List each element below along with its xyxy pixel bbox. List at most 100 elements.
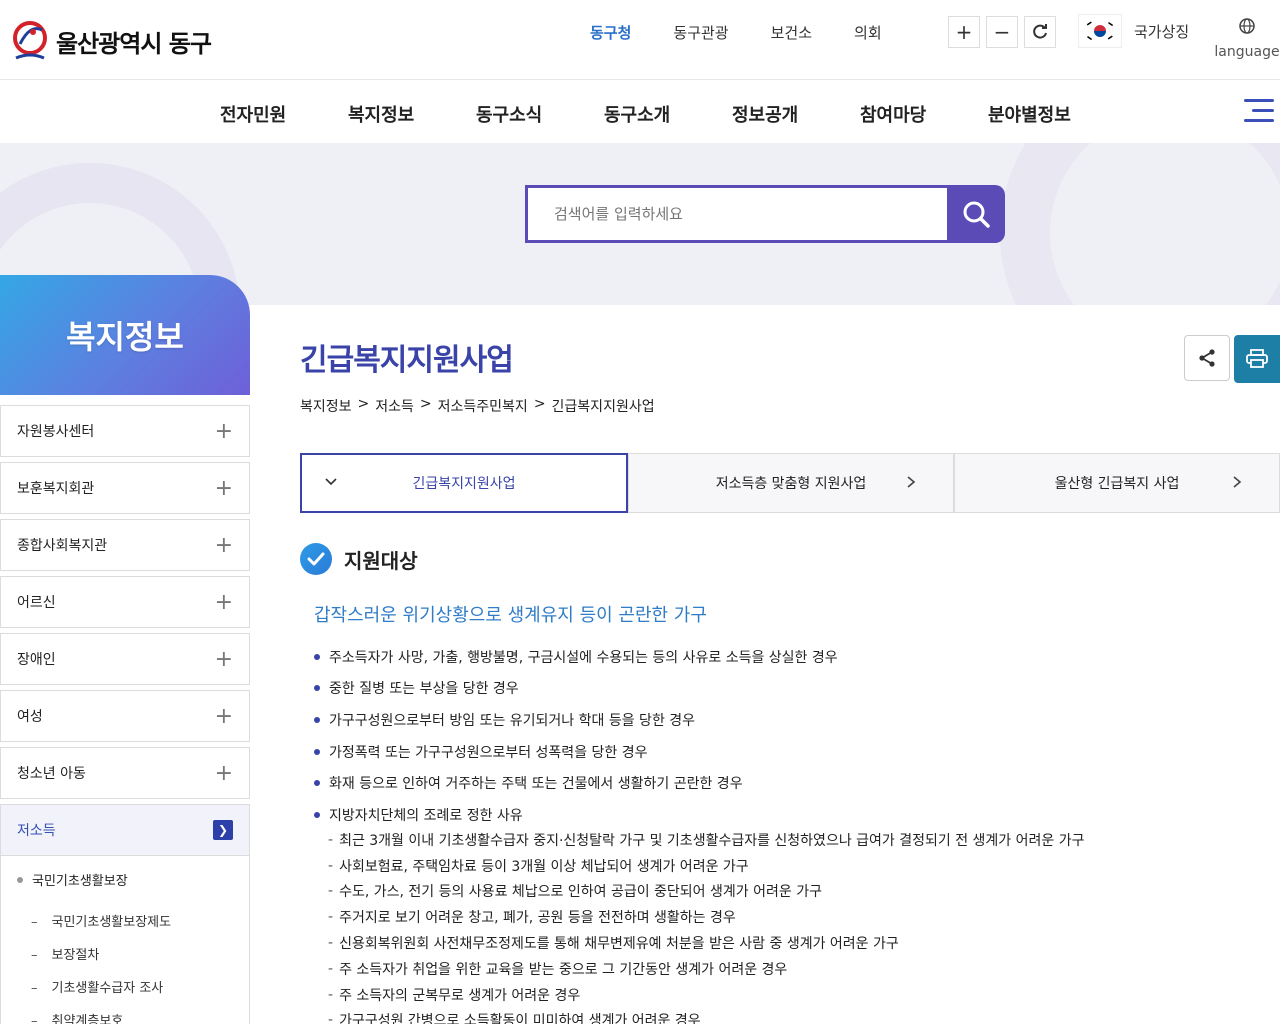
zoom-out-button[interactable]: − (986, 16, 1018, 48)
breadcrumb-item[interactable]: 저소득 (375, 396, 414, 416)
sub-list-item: 사회보험료, 주택임차료 등이 3개월 이상 체납되어 생계가 어려운 가구 (328, 853, 1258, 879)
breadcrumb-separator: > (357, 396, 370, 412)
sidebar-item-women[interactable]: 여성 + (0, 690, 250, 742)
national-symbol-label: 국가상징 (1134, 22, 1190, 41)
nav-item-field-info[interactable]: 분야별정보 (988, 101, 1116, 127)
sidebar-item-disabled[interactable]: 장애인 + (0, 633, 250, 685)
nav-item-info-disclosure[interactable]: 정보공개 (732, 101, 860, 127)
chevron-right-icon (1231, 474, 1243, 493)
korea-flag-icon (1078, 14, 1122, 48)
search-button[interactable] (947, 185, 1005, 243)
national-symbol-link[interactable]: 국가상징 (1078, 14, 1189, 48)
search-input[interactable] (525, 185, 947, 243)
ordinance-criteria-list: 최근 3개월 이내 기초생활수급자 중지·신청탈락 가구 및 기초생활수급자를 … (328, 827, 1258, 1024)
language-label: language (1214, 44, 1280, 60)
tab-low-income-custom[interactable]: 저소득층 맞춤형 지원사업 (628, 453, 954, 513)
plus-icon: + (214, 703, 233, 729)
breadcrumb-separator: > (533, 396, 546, 412)
sub-list-item: 최근 3개월 이내 기초생활수급자 중지·신청탈락 가구 및 기초생활수급자를 … (328, 827, 1258, 853)
sidebar-title-panel: 복지정보 (0, 275, 250, 395)
sidebar-item-label: 자원봉사센터 (17, 424, 95, 440)
sidebar-submenu: 국민기초생활보장 국민기초생활보장제도 보장절차 기초생활수급자 조사 취약계층… (0, 856, 250, 1024)
logo-text: 울산광역시 동구 (56, 29, 212, 58)
sidebar-item-label: 어르신 (17, 595, 56, 611)
section-heading: 지원대상 (300, 543, 418, 575)
nav-item-participation[interactable]: 참여마당 (860, 101, 988, 127)
section-subheading: 갑작스러운 위기상황으로 생계유지 등이 곤란한 가구 (314, 605, 707, 626)
main-navigation: 전자민원 복지정보 동구소식 동구소개 정보공개 참여마당 분야별정보 (0, 81, 1280, 143)
globe-icon (1239, 18, 1255, 34)
submenu-item[interactable]: 취약계층보호 (1, 1010, 249, 1024)
top-link-health[interactable]: 보건소 (771, 22, 812, 43)
list-item: 화재 등으로 인하여 거주하는 주택 또는 건물에서 생활하기 곤란한 경우 (314, 767, 1274, 799)
sidebar-item-youth[interactable]: 청소년 아동 + (0, 747, 250, 799)
zoom-reset-button[interactable] (1024, 16, 1056, 48)
sidebar-item-label: 종합사회복지관 (17, 538, 108, 554)
site-logo[interactable]: 울산광역시 동구 (12, 20, 212, 62)
breadcrumb-separator: > (419, 396, 432, 412)
share-icon (1199, 349, 1215, 367)
hamburger-menu-icon[interactable] (1244, 99, 1274, 125)
top-link-dongu[interactable]: 동구청 (590, 22, 631, 43)
nav-item-e-civil[interactable]: 전자민원 (220, 101, 348, 127)
submenu-item[interactable]: 기초생활수급자 조사 (1, 977, 249, 996)
chevron-right-icon (905, 474, 917, 493)
plus-icon: + (214, 589, 233, 615)
sidebar-title: 복지정보 (66, 318, 184, 356)
share-button[interactable] (1184, 335, 1230, 381)
plus-icon: + (214, 532, 233, 558)
print-button[interactable] (1234, 335, 1280, 383)
sidebar-item-label: 저소득 (17, 823, 56, 839)
plus-icon: + (214, 646, 233, 672)
top-link-tourism[interactable]: 동구관광 (673, 22, 728, 43)
sidebar-menu: 자원봉사센터 + 보훈복지회관 + 종합사회복지관 + 어르신 + 장애인 + 여성 + 청… (0, 405, 250, 1024)
tab-ulsan-emergency[interactable]: 울산형 긴급복지 사업 (954, 453, 1280, 513)
list-item: 가정폭력 또는 가구구성원으로부터 성폭력을 당한 경우 (314, 736, 1274, 768)
zoom-in-button[interactable]: + (948, 16, 980, 48)
nav-item-news[interactable]: 동구소식 (476, 101, 604, 127)
top-bar: 울산광역시 동구 동구청 동구관광 보건소 의회 + − 국가상징 langua… (0, 0, 1280, 80)
list-item: 가구구성원으로부터 방임 또는 유기되거나 학대 등을 당한 경우 (314, 704, 1274, 736)
zoom-controls: + − (948, 16, 1062, 48)
list-item: 주소득자가 사망, 가출, 행방불명, 구금시설에 수용되는 등의 사유로 소득… (314, 641, 1274, 673)
refresh-icon (1033, 24, 1047, 39)
sidebar-item-veterans[interactable]: 보훈복지회관 + (0, 462, 250, 514)
logo-emblem-icon (12, 20, 48, 62)
tab-emergency-welfare[interactable]: 긴급복지지원사업 (300, 453, 628, 513)
breadcrumb-item[interactable]: 복지정보 (300, 396, 352, 416)
chevron-right-icon: ❯ (213, 820, 233, 840)
search-bar (525, 185, 1005, 243)
sub-list-item: 주거지로 보기 어려운 창고, 폐가, 공원 등을 전전하며 생활하는 경우 (328, 904, 1258, 930)
plus-icon: + (214, 475, 233, 501)
sidebar-item-seniors[interactable]: 어르신 + (0, 576, 250, 628)
sidebar-item-social-welfare[interactable]: 종합사회복지관 + (0, 519, 250, 571)
sub-list-item: 수도, 가스, 전기 등의 사용료 체납으로 인하여 공급이 중단되어 생계가 … (328, 879, 1258, 905)
sidebar-item-label: 장애인 (17, 652, 56, 668)
submenu-basic-livelihood[interactable]: 국민기초생활보장 (1, 870, 249, 889)
section-title: 지원대상 (344, 548, 418, 573)
nav-item-about[interactable]: 동구소개 (604, 101, 732, 127)
printer-icon (1246, 349, 1268, 368)
sidebar-item-volunteer[interactable]: 자원봉사센터 + (0, 405, 250, 457)
list-item: 중한 질병 또는 부상을 당한 경우 (314, 673, 1274, 705)
sub-list-item: 주 소득자의 군복무로 생계가 어려운 경우 (328, 982, 1258, 1008)
submenu-item[interactable]: 보장절차 (1, 944, 249, 963)
chevron-down-icon (324, 475, 338, 493)
check-circle-icon (300, 543, 332, 575)
sidebar-item-label: 청소년 아동 (17, 766, 86, 782)
tab-label: 울산형 긴급복지 사업 (1054, 476, 1180, 492)
sub-list-item: 신용회복위원회 사전채무조정제도를 통해 채무변제유예 처분을 받은 사람 중 … (328, 930, 1258, 956)
sub-list-item: 가구구성원 간병으로 소득활동이 미미하여 생계가 어려운 경우 (328, 1008, 1258, 1024)
content-tabs: 긴급복지지원사업 저소득층 맞춤형 지원사업 울산형 긴급복지 사업 (300, 453, 1280, 513)
tab-label: 긴급복지지원사업 (412, 476, 516, 492)
language-selector[interactable]: language (1214, 18, 1280, 60)
submenu-item[interactable]: 국민기초생활보장제도 (1, 911, 249, 930)
top-link-council[interactable]: 의회 (854, 22, 882, 43)
nav-item-welfare[interactable]: 복지정보 (348, 101, 476, 127)
plus-icon: + (214, 418, 233, 444)
tab-label: 저소득층 맞춤형 지원사업 (715, 476, 867, 492)
sub-list-item: 주 소득자가 취업을 위한 교육을 받는 중으로 그 기간동안 생계가 어려운 … (328, 956, 1258, 982)
breadcrumb-item[interactable]: 저소득주민복지 (438, 396, 528, 416)
list-item: 지방자치단체의 조례로 정한 사유 (314, 799, 1274, 831)
sidebar-item-low-income[interactable]: 저소득 ❯ (0, 804, 250, 856)
